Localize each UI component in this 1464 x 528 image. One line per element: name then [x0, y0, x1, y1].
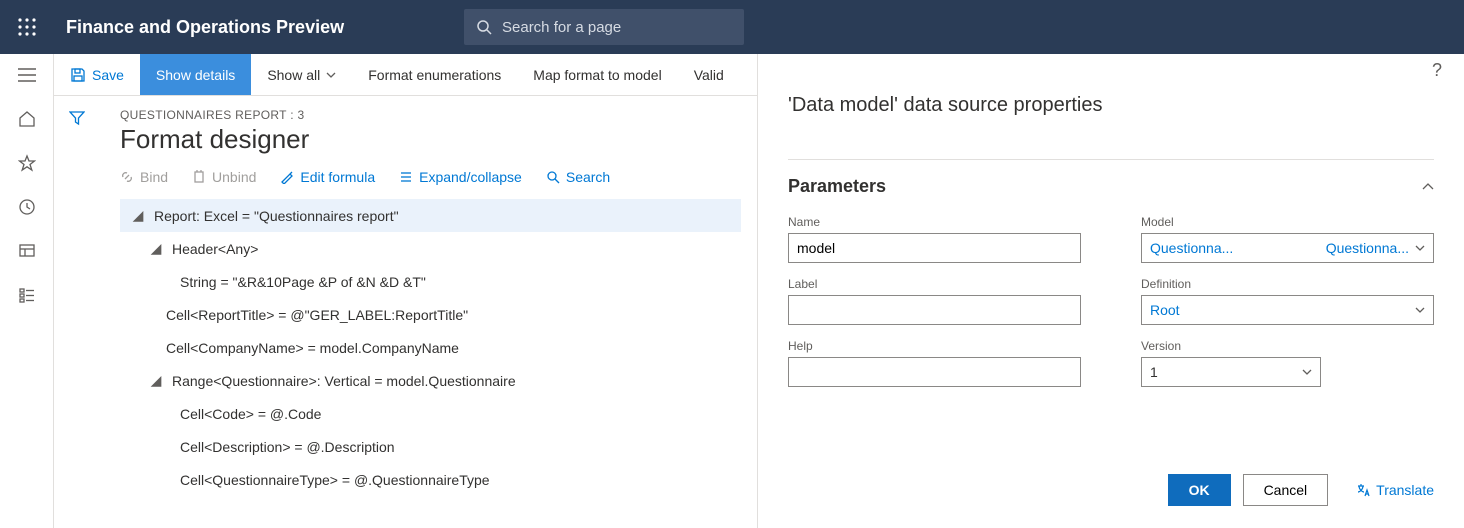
hamburger-icon[interactable]	[16, 64, 38, 86]
caret-down-icon: ◢	[148, 372, 164, 389]
name-input[interactable]	[788, 233, 1081, 263]
translate-icon	[1356, 483, 1370, 497]
translate-button[interactable]: Translate	[1356, 482, 1434, 498]
waffle-icon[interactable]	[0, 0, 54, 54]
model-select[interactable]: Questionna... Questionna...	[1141, 233, 1434, 263]
caret-down-icon: ◢	[148, 240, 164, 257]
clock-icon[interactable]	[16, 196, 38, 218]
tree-row[interactable]: Cell<Description> = @.Description	[120, 430, 741, 463]
name-label: Name	[788, 215, 1081, 229]
version-select[interactable]: 1	[1141, 357, 1321, 387]
search-input[interactable]	[502, 19, 732, 36]
ok-button[interactable]: OK	[1168, 474, 1231, 506]
tree-row[interactable]: Cell<Code> = @.Code	[120, 397, 741, 430]
search-box[interactable]	[464, 9, 744, 45]
model-label: Model	[1141, 215, 1434, 229]
filter-icon[interactable]	[69, 110, 85, 528]
edit-formula-button[interactable]: Edit formula	[280, 169, 375, 185]
format-enumerations-button[interactable]: Format enumerations	[352, 54, 517, 95]
workspace-icon[interactable]	[16, 240, 38, 262]
validate-button[interactable]: Valid	[678, 54, 740, 95]
tree-row[interactable]: Cell<QuestionnaireType> = @.Questionnair…	[120, 463, 741, 496]
map-format-button[interactable]: Map format to model	[517, 54, 677, 95]
expand-collapse-button[interactable]: Expand/collapse	[399, 169, 522, 185]
definition-select[interactable]: Root	[1141, 295, 1434, 325]
save-button[interactable]: Save	[54, 54, 140, 95]
label-label: Label	[788, 277, 1081, 291]
chevron-down-icon	[326, 72, 336, 78]
star-icon[interactable]	[16, 152, 38, 174]
modules-icon[interactable]	[16, 284, 38, 306]
panel-title: 'Data model' data source properties	[788, 94, 1434, 117]
tree-row[interactable]: ◢Range<Questionnaire>: Vertical = model.…	[120, 364, 741, 397]
help-label: Help	[788, 339, 1081, 353]
save-label: Save	[92, 67, 124, 83]
label-input[interactable]	[788, 295, 1081, 325]
help-icon[interactable]: ?	[1432, 60, 1442, 81]
tree-row[interactable]: Cell<ReportTitle> = @"GER_LABEL:ReportTi…	[120, 298, 741, 331]
format-tree: ◢Report: Excel = "Questionnaires report"…	[120, 199, 741, 496]
definition-label: Definition	[1141, 277, 1434, 291]
breadcrumb: QUESTIONNAIRES REPORT : 3	[120, 108, 741, 122]
save-icon	[70, 67, 86, 83]
page-title: Format designer	[120, 124, 741, 155]
version-label: Version	[1141, 339, 1434, 353]
tree-row[interactable]: ◢Report: Excel = "Questionnaires report"	[120, 199, 741, 232]
search-tree-button[interactable]: Search	[546, 169, 610, 185]
caret-down-icon: ◢	[130, 207, 146, 224]
chevron-up-icon[interactable]	[1422, 183, 1434, 191]
show-all-button[interactable]: Show all	[251, 54, 352, 95]
tree-row[interactable]: String = "&R&10Page &P of &N &D &T"	[120, 265, 741, 298]
section-parameters: Parameters	[788, 176, 886, 197]
app-title: Finance and Operations Preview	[54, 17, 414, 38]
bind-button: Bind	[120, 169, 168, 185]
search-icon	[476, 19, 492, 35]
unbind-button: Unbind	[192, 169, 256, 185]
tree-row[interactable]: ◢Header<Any>	[120, 232, 741, 265]
tree-row[interactable]: Cell<CompanyName> = model.CompanyName	[120, 331, 741, 364]
show-details-button[interactable]: Show details	[140, 54, 251, 95]
help-input[interactable]	[788, 357, 1081, 387]
cancel-button[interactable]: Cancel	[1243, 474, 1329, 506]
home-icon[interactable]	[16, 108, 38, 130]
